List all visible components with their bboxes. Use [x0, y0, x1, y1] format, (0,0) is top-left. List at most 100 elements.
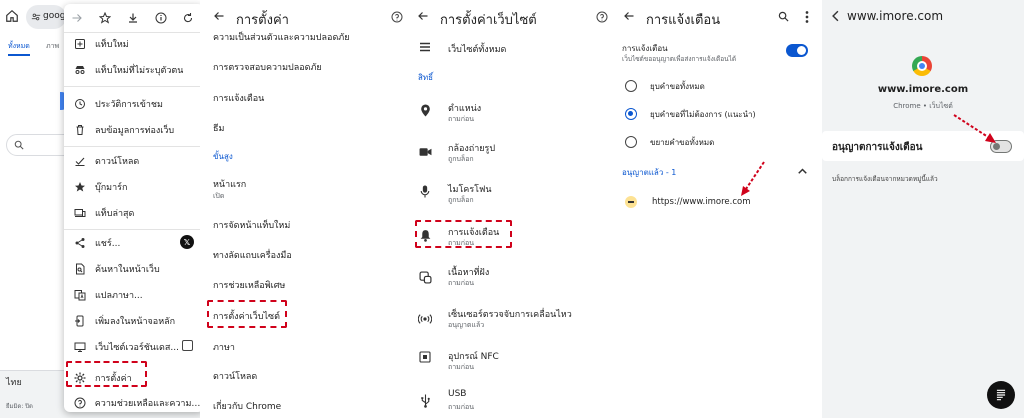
- settings-item-toolbar-shortcut[interactable]: ทางลัดแถบเครื่องมือ: [213, 248, 292, 262]
- tab-all[interactable]: ทั้งหมด: [8, 41, 30, 52]
- permission-microphone[interactable]: ไมโครโฟน: [448, 182, 492, 196]
- settings-item-new-tab-layout[interactable]: การจัดหน้าแท็บใหม่: [213, 218, 290, 232]
- permission-embedded-content-status: ถามก่อน: [448, 279, 475, 287]
- permission-camera[interactable]: กล้องถ่ายรูป: [448, 141, 495, 155]
- watermark-logo-icon: [987, 381, 1015, 409]
- allow-notifications-label: อนุญาตการแจ้งเตือน: [832, 142, 923, 153]
- arrow-annotation-icon: [741, 161, 765, 196]
- camera-icon: [418, 145, 432, 159]
- settings-item-notifications[interactable]: การแจ้งเตือน: [213, 91, 264, 105]
- back-arrow-icon[interactable]: [212, 9, 226, 23]
- back-arrow-icon[interactable]: [622, 9, 636, 23]
- permission-usb-status: ถามก่อน: [448, 403, 475, 411]
- incognito-icon: [73, 63, 87, 77]
- reload-icon[interactable]: [181, 11, 195, 25]
- radio-collapse-unwanted-label: ยุบคำขอที่ไม่ต้องการ (แนะนำ): [650, 110, 756, 119]
- desktop-site-icon: [73, 340, 87, 354]
- permission-nfc-status: ถามก่อน: [448, 363, 475, 371]
- trash-icon: [73, 123, 87, 137]
- menu-item-new-tab[interactable]: แท็บใหม่: [64, 33, 200, 55]
- panel-notifications: การแจ้งเตือน การแจ้งเตือน เว็บไซต์ขออนุญ…: [614, 0, 820, 418]
- menu-item-help[interactable]: ความช่วยเหลือและความคิ...: [64, 392, 200, 412]
- radio-expand-all[interactable]: [625, 136, 637, 148]
- chrome-logo-icon: [912, 56, 932, 76]
- menu-divider: [64, 229, 200, 230]
- location-icon: [418, 103, 432, 117]
- embedded-content-icon: [418, 270, 432, 284]
- menu-item-desktop-site[interactable]: เว็บไซต์เวอร์ชันเดส...: [64, 336, 200, 358]
- settings-item-about-chrome[interactable]: เกี่ยวกับ Chrome: [213, 399, 281, 413]
- site-favicon: [625, 196, 637, 208]
- menu-item-translate[interactable]: แปลภาษา...: [64, 284, 200, 306]
- settings-item-site-settings[interactable]: การตั้งค่าเว็บไซต์: [213, 309, 280, 323]
- bell-icon: [418, 228, 432, 242]
- menu-item-recent-tabs[interactable]: แท็บล่าสุด: [64, 202, 200, 224]
- x-share-badge[interactable]: 𝕏: [180, 235, 194, 249]
- footer-small: ยืมมิด: ปิด: [6, 403, 33, 410]
- desktop-site-checkbox[interactable]: [182, 340, 193, 351]
- chevron-up-icon[interactable]: [797, 166, 807, 176]
- permission-notifications-status: ถามก่อน: [448, 239, 475, 247]
- more-vert-icon[interactable]: [803, 10, 811, 23]
- menu-item-bookmarks[interactable]: บุ๊กมาร์ก: [64, 176, 200, 198]
- permission-notifications[interactable]: การแจ้งเตือน: [448, 225, 499, 239]
- info-icon[interactable]: [154, 11, 168, 25]
- site-header-title: www.imore.com: [847, 9, 944, 23]
- forward-icon[interactable]: [70, 11, 84, 25]
- address-bar[interactable]: goog: [26, 5, 66, 29]
- downloads-icon: [73, 154, 87, 168]
- menu-item-history[interactable]: ประวัติการเข้าชม: [64, 93, 200, 115]
- site-favicon-icon: [628, 201, 634, 203]
- page-title: การตั้งค่า: [236, 13, 289, 28]
- site-name: www.imore.com: [877, 84, 969, 95]
- menu-divider: [64, 146, 200, 147]
- blocked-category-note: บล็อกการแจ้งเตือนจากหมวดหมู่นี้แล้ว: [832, 175, 938, 183]
- permission-location[interactable]: ตำแหน่ง: [448, 101, 481, 115]
- permission-usb[interactable]: USB: [448, 389, 466, 399]
- bookmark-star-icon: [73, 180, 87, 194]
- back-arrow-icon[interactable]: [416, 9, 430, 23]
- share-icon: [73, 236, 87, 250]
- notifications-toggle[interactable]: [786, 44, 808, 57]
- permission-nfc[interactable]: อุปกรณ์ NFC: [448, 349, 499, 363]
- allowed-site-url[interactable]: https://www.imore.com: [652, 197, 750, 207]
- radio-collapse-all[interactable]: [625, 80, 637, 92]
- star-icon[interactable]: [98, 11, 112, 25]
- settings-item-accessibility[interactable]: การช่วยเหลือพิเศษ: [213, 278, 285, 292]
- translate-icon: [73, 288, 87, 302]
- menu-item-settings[interactable]: การตั้งค่า: [64, 367, 200, 389]
- home-icon[interactable]: [4, 8, 20, 24]
- settings-item-safety-check[interactable]: การตรวจสอบความปลอดภัย: [213, 60, 322, 74]
- menu-item-clear-data[interactable]: ลบข้อมูลการท่องเว็บ: [64, 119, 200, 141]
- menu-item-find-in-page[interactable]: ค้นหาในหน้าเว็บ: [64, 258, 200, 280]
- menu-divider: [64, 86, 200, 87]
- overflow-menu: แท็บใหม่ แท็บใหม่ที่ไม่ระบุตัวตน ประวัติ…: [64, 4, 200, 412]
- permission-embedded-content[interactable]: เนื้อหาที่ฝัง: [448, 265, 489, 279]
- menu-item-incognito[interactable]: แท็บใหม่ที่ไม่ระบุตัวตน: [64, 59, 200, 81]
- settings-item-privacy[interactable]: ความเป็นส่วนตัวและความปลอดภัย: [213, 30, 350, 44]
- permission-location-status: ถามก่อน: [448, 115, 475, 123]
- settings-item-homepage[interactable]: หน้าแรก: [213, 177, 246, 191]
- settings-item-theme[interactable]: ธีม: [213, 121, 224, 135]
- page-title: การตั้งค่าเว็บไซต์: [440, 13, 537, 28]
- permission-motion-sensors-status: อนุญาตแล้ว: [448, 321, 485, 329]
- help-icon[interactable]: [595, 10, 608, 23]
- permission-motion-sensors[interactable]: เซ็นเซอร์ตรวจจับการเคลื่อนไหว: [448, 307, 572, 321]
- footer-language: ไทย: [6, 378, 22, 388]
- notifications-toggle-subtitle: เว็บไซต์ขออนุญาตเพื่อส่งการแจ้งเตือนได้: [622, 55, 737, 63]
- settings-item-homepage-sub: เปิด: [213, 192, 225, 200]
- panel-site-settings: การตั้งค่าเว็บไซต์ เว็บไซต์ทั้งหมด สิทธิ…: [408, 0, 614, 418]
- menu-item-add-to-home[interactable]: เพิ่มลงในหน้าจอหลัก: [64, 310, 200, 332]
- settings-item-language[interactable]: ภาษา: [213, 340, 235, 354]
- radio-collapse-all-label: ยุบคำขอทั้งหมด: [650, 82, 705, 91]
- search-icon[interactable]: [777, 10, 790, 23]
- download-icon[interactable]: [126, 11, 140, 25]
- help-icon[interactable]: [390, 10, 403, 23]
- tab-images[interactable]: ภาพ: [46, 41, 59, 52]
- radio-collapse-unwanted[interactable]: [625, 108, 637, 120]
- radio-expand-all-label: ขยายคำขอทั้งหมด: [650, 138, 715, 147]
- menu-item-downloads[interactable]: ดาวน์โหลด: [64, 150, 200, 172]
- back-arrow-icon[interactable]: [828, 9, 842, 23]
- settings-item-downloads[interactable]: ดาวน์โหลด: [213, 369, 257, 383]
- all-sites-item[interactable]: เว็บไซต์ทั้งหมด: [448, 42, 506, 56]
